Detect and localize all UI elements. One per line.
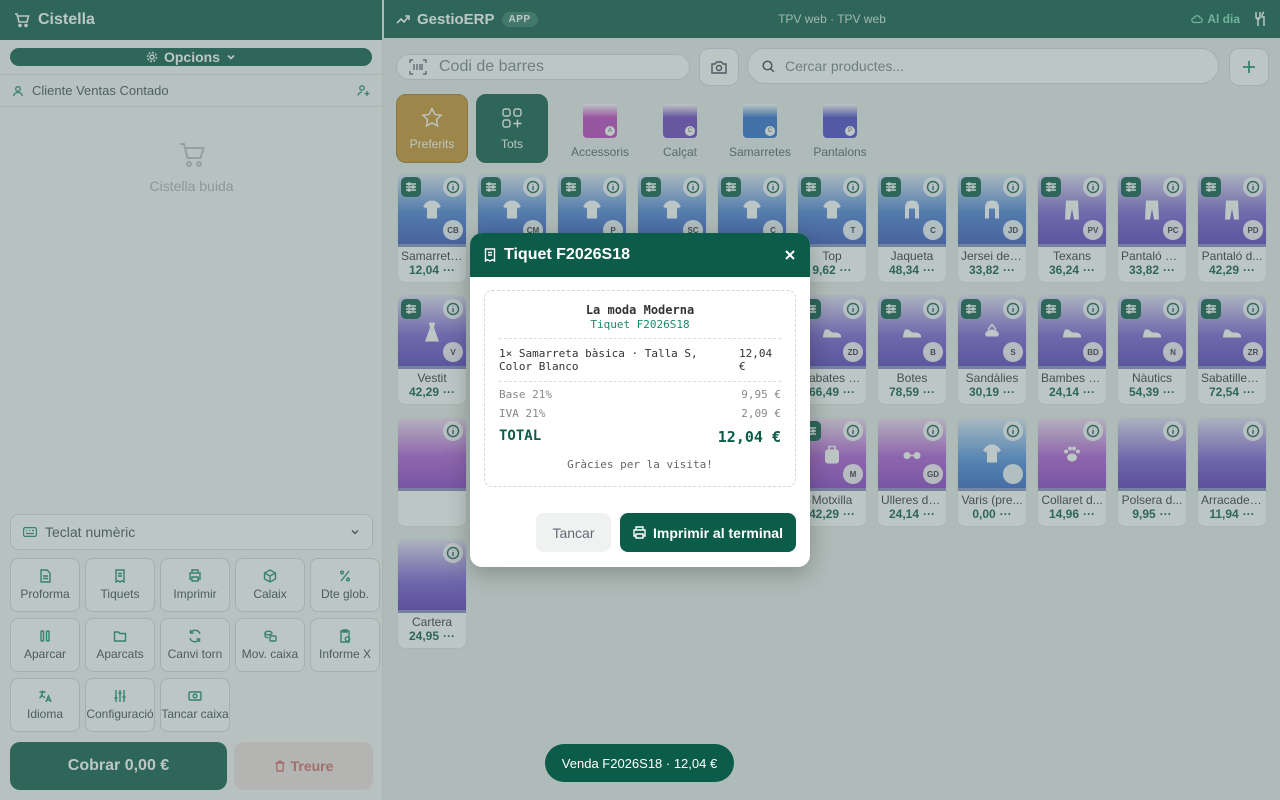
receipt-total-row: TOTAL 12,04 € bbox=[499, 428, 781, 446]
receipt-base-label: Base 21% bbox=[499, 388, 552, 401]
receipt-line-description: 1× Samarreta bàsica · Talla S, Color Bla… bbox=[499, 347, 698, 373]
ticket-modal: Tiquet F2026S18 La moda Moderna Tiquet F… bbox=[470, 233, 810, 567]
receipt-base-row: Base 21% 9,95 € bbox=[499, 388, 781, 401]
receipt-icon bbox=[484, 248, 496, 262]
receipt-preview: La moda Moderna Tiquet F2026S18 1× Samar… bbox=[484, 290, 796, 487]
receipt-total-label: TOTAL bbox=[499, 428, 542, 444]
receipt-total-value: 12,04 € bbox=[717, 428, 781, 446]
close-button[interactable]: Tancar bbox=[536, 513, 611, 552]
receipt-iva-value: 2,09 € bbox=[741, 407, 781, 420]
sale-toast: Venda F2026S18 · 12,04 € bbox=[545, 744, 734, 782]
printer-icon bbox=[633, 526, 646, 539]
close-icon[interactable] bbox=[784, 249, 796, 261]
ticket-modal-header: Tiquet F2026S18 bbox=[470, 233, 810, 277]
ticket-modal-title: Tiquet F2026S18 bbox=[504, 246, 630, 263]
receipt-line-value: 12,04 € bbox=[739, 347, 773, 373]
receipt-shop-name: La moda Moderna bbox=[585, 303, 695, 317]
receipt-thanks: Gràcies per la visita! bbox=[567, 458, 713, 471]
receipt-iva-row: IVA 21% 2,09 € bbox=[499, 407, 781, 420]
print-terminal-button[interactable]: Imprimir al terminal bbox=[620, 513, 796, 552]
print-terminal-label: Imprimir al terminal bbox=[653, 524, 783, 541]
receipt-ticket-number: Tiquet F2026S18 bbox=[499, 318, 781, 339]
receipt-base-value: 9,95 € bbox=[741, 388, 781, 401]
receipt-iva-label: IVA 21% bbox=[499, 407, 546, 420]
receipt-line: 1× Samarreta bàsica · Talla S, Color Bla… bbox=[499, 347, 781, 382]
